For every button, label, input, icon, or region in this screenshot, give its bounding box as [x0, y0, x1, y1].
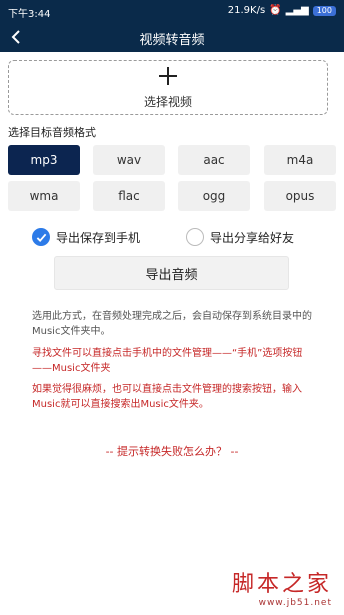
format-option-m4a[interactable]: m4a	[264, 145, 336, 175]
save-to-phone-checkbox[interactable]	[32, 228, 50, 246]
info-search-tip: 如果觉得很麻烦，也可以直接点击文件管理的搜索按钮，输入Music就可以直接搜索出…	[32, 384, 302, 410]
conversion-failed-help-link[interactable]: -- 提示转换失败怎么办？ --	[0, 443, 344, 459]
plus-icon	[158, 66, 178, 89]
format-option-opus[interactable]: opus	[264, 181, 336, 211]
format-option-mp3[interactable]: mp3	[8, 145, 80, 175]
format-option-wma[interactable]: wma	[8, 181, 80, 211]
page-title: 视频转音频	[139, 33, 205, 48]
format-option-flac[interactable]: flac	[93, 181, 165, 211]
app-bar: 视频转音频	[0, 22, 344, 52]
watermark-title: 脚本之家	[231, 572, 332, 597]
format-option-ogg[interactable]: ogg	[178, 181, 250, 211]
format-section-label: 选择目标音频格式	[8, 126, 96, 139]
export-options: 导出保存到手机 导出分享给好友	[32, 228, 322, 248]
network-speed: 21.9K/s	[227, 5, 266, 16]
site-watermark: 脚本之家 www.jb51.net	[232, 566, 332, 608]
format-grid: mp3 wav aac m4a wma flac ogg opus	[8, 145, 336, 211]
share-to-friends-label: 导出分享给好友	[210, 230, 295, 245]
check-icon	[36, 233, 46, 242]
alarm-icon: ⏰	[269, 5, 282, 16]
status-time: 下午3:44	[8, 9, 51, 20]
info-save-location: 选用此方式，在音频处理完成之后，会自动保存到系统目录中的Music文件夹中。	[32, 311, 312, 337]
share-to-friends-option[interactable]: 导出分享给好友	[186, 228, 294, 246]
select-video-label: 选择视频	[143, 94, 192, 109]
battery-icon: 100	[312, 5, 336, 16]
signal-icon: ▂▄▆	[285, 5, 309, 16]
share-to-friends-checkbox[interactable]	[186, 228, 204, 246]
info-find-file: 寻找文件可以直接点击手机中的文件管理——“手机”选项按钮——Music文件夹	[32, 348, 303, 374]
watermark-url: www.jb51.net	[258, 598, 332, 608]
save-to-phone-option[interactable]: 导出保存到手机	[32, 228, 140, 246]
save-to-phone-label: 导出保存到手机	[56, 230, 141, 245]
export-audio-button[interactable]: 导出音频	[54, 256, 289, 290]
format-option-aac[interactable]: aac	[178, 145, 250, 175]
select-video-button[interactable]: 选择视频	[8, 60, 328, 115]
format-option-wav[interactable]: wav	[93, 145, 165, 175]
status-bar: 下午3:44 21.9K/s ⏰ ▂▄▆ 100	[0, 0, 344, 22]
status-icons: 21.9K/s ⏰ ▂▄▆ 100	[228, 5, 336, 16]
